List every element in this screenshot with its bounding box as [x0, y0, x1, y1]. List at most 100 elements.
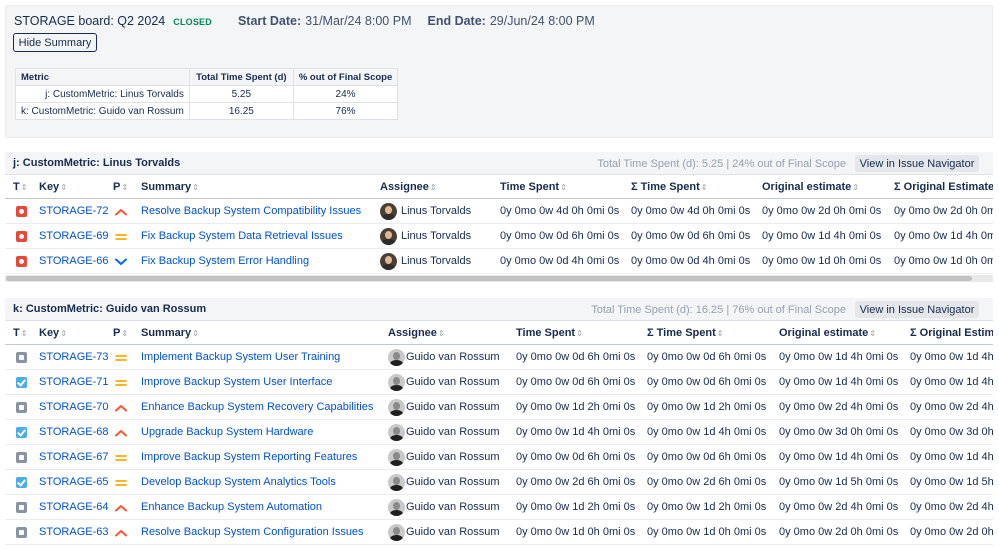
- assignee-name: Guido van Rossum: [406, 526, 500, 538]
- assignee-name: Linus Torvalds: [401, 230, 472, 242]
- column-header-label: Assignee: [388, 327, 437, 339]
- table-header-row: T⇕ Key⇕ P⇕ Summary⇕ Assignee⇕ Time Spent…: [5, 321, 993, 345]
- column-header-assignee[interactable]: Assignee⇕: [388, 321, 445, 345]
- table-row[interactable]: STORAGE-65 Develop Backup System Analyti…: [5, 470, 993, 495]
- avatar: [388, 499, 405, 516]
- column-header-summary[interactable]: Summary⇕: [141, 175, 199, 199]
- column-header-original-estimate[interactable]: Original estimate⇕: [779, 321, 876, 345]
- column-header-time-spent[interactable]: Time Spent⇕: [516, 321, 583, 345]
- assignee-name: Guido van Rossum: [406, 451, 500, 463]
- table-row[interactable]: STORAGE-71 Improve Backup System User In…: [5, 370, 993, 395]
- column-header-priority[interactable]: P⇕: [113, 321, 128, 345]
- hide-summary-button[interactable]: Hide Summary: [13, 33, 97, 52]
- table-row[interactable]: STORAGE-63 Resolve Backup System Configu…: [5, 520, 993, 545]
- sum-original-estimate: 0y 0mo 0w 2d 4h 0: [910, 501, 993, 513]
- issue-summary-link[interactable]: Enhance Backup System Automation: [141, 495, 322, 520]
- issue-summary-link[interactable]: Upgrade Backup System Hardware: [141, 420, 313, 445]
- issue-key-link[interactable]: STORAGE-67: [39, 445, 109, 470]
- column-header-key[interactable]: Key⇕: [39, 321, 67, 345]
- column-header-assignee[interactable]: Assignee⇕: [380, 175, 437, 199]
- original-estimate: 0y 0mo 0w 2d 4h 0mi 0s: [779, 401, 899, 413]
- column-header-sum-original-estimate[interactable]: Σ Original Estimate⇕: [894, 175, 993, 199]
- issue-summary-link[interactable]: Fix Backup System Error Handling: [141, 249, 309, 274]
- issue-key-link[interactable]: STORAGE-71: [39, 370, 109, 395]
- column-header-sum-time-spent[interactable]: Σ Time Spent⇕: [631, 175, 707, 199]
- table-row[interactable]: STORAGE-70 Enhance Backup System Recover…: [5, 395, 993, 420]
- column-header-priority[interactable]: P⇕: [113, 175, 128, 199]
- avatar: [388, 524, 405, 541]
- table-row[interactable]: STORAGE-73 Implement Backup System User …: [5, 345, 993, 370]
- issue-key-link[interactable]: STORAGE-66: [39, 249, 109, 274]
- column-header-label: Original estimate: [762, 181, 852, 193]
- original-estimate: 0y 0mo 0w 2d 0h 0mi 0s: [762, 205, 882, 217]
- column-header-label: Time Spent: [516, 327, 576, 339]
- priority-medium-icon: [115, 379, 127, 387]
- bug-type-icon: [16, 206, 27, 217]
- issue-summary-link[interactable]: Fix Backup System Data Retrieval Issues: [141, 224, 343, 249]
- issue-summary-link[interactable]: Resolve Backup System Configuration Issu…: [141, 520, 364, 545]
- table-row[interactable]: STORAGE-72 Resolve Backup System Compati…: [5, 199, 993, 224]
- sum-original-estimate: 0y 0mo 0w 1d 4h 0: [910, 376, 993, 388]
- issue-key-link[interactable]: STORAGE-73: [39, 345, 109, 370]
- table-row[interactable]: STORAGE-69 Fix Backup System Data Retrie…: [5, 224, 993, 249]
- priority-high-icon: [115, 504, 127, 512]
- sum-time-spent: 0y 0mo 0w 0d 6h 0mi 0s: [647, 376, 767, 388]
- subtask-type-icon: [16, 452, 27, 463]
- avatar: [380, 203, 397, 220]
- section-title: j: CustomMetric: Linus Torvalds: [13, 157, 181, 169]
- assignee-name: Guido van Rossum: [406, 351, 500, 363]
- issue-key-link[interactable]: STORAGE-63: [39, 520, 109, 545]
- column-header-sum-original-estimate[interactable]: Σ Original Estimate⇕: [910, 321, 993, 345]
- table-row[interactable]: STORAGE-64 Enhance Backup System Automat…: [5, 495, 993, 520]
- metric-section-j: j: CustomMetric: Linus Torvalds Total Ti…: [5, 152, 993, 284]
- original-estimate: 0y 0mo 0w 1d 4h 0mi 0s: [779, 376, 899, 388]
- priority-medium-icon: [115, 479, 127, 487]
- issue-summary-link[interactable]: Implement Backup System User Training: [141, 345, 340, 370]
- scrollbar-thumb[interactable]: [6, 276, 972, 281]
- summary-header-row: Metric Total Time Spent (d) % out of Fin…: [15, 68, 399, 86]
- end-date-value: 29/Jun/24 8:00 PM: [489, 14, 595, 28]
- issue-key-link[interactable]: STORAGE-70: [39, 395, 109, 420]
- sort-icon: ⇕: [700, 183, 708, 192]
- issue-key-link[interactable]: STORAGE-65: [39, 470, 109, 495]
- table-row[interactable]: STORAGE-66 Fix Backup System Error Handl…: [5, 249, 993, 274]
- end-date-label: End Date:: [427, 14, 486, 28]
- view-in-issue-navigator-button[interactable]: View in Issue Navigator: [855, 301, 979, 318]
- sort-icon: ⇕: [429, 183, 437, 192]
- horizontal-scrollbar[interactable]: [5, 275, 993, 282]
- issue-summary-link[interactable]: Improve Backup System Reporting Features: [141, 445, 357, 470]
- section-header: j: CustomMetric: Linus Torvalds Total Ti…: [5, 152, 993, 175]
- section-title: k: CustomMetric: Guido van Rossum: [13, 303, 207, 315]
- assignee-name: Guido van Rossum: [406, 376, 500, 388]
- priority-high-icon: [115, 404, 127, 412]
- issue-key-link[interactable]: STORAGE-72: [39, 199, 109, 224]
- avatar: [388, 399, 405, 416]
- issue-summary-link[interactable]: Improve Backup System User Interface: [141, 370, 332, 395]
- column-header-summary[interactable]: Summary⇕: [141, 321, 199, 345]
- column-header-label: Σ Time Spent: [647, 327, 716, 339]
- table-row[interactable]: STORAGE-67 Improve Backup System Reporti…: [5, 445, 993, 470]
- original-estimate: 0y 0mo 0w 1d 4h 0mi 0s: [762, 230, 882, 242]
- issue-key-link[interactable]: STORAGE-69: [39, 224, 109, 249]
- priority-high-icon: [115, 208, 127, 216]
- column-header-type[interactable]: T⇕: [13, 175, 27, 199]
- original-estimate: 0y 0mo 0w 1d 0h 0mi 0s: [762, 255, 882, 267]
- table-row[interactable]: STORAGE-68 Upgrade Backup System Hardwar…: [5, 420, 993, 445]
- avatar: [380, 253, 397, 270]
- avatar: [388, 474, 405, 491]
- status-badge: CLOSED: [173, 17, 212, 27]
- original-estimate: 0y 0mo 0w 1d 4h 0mi 0s: [779, 351, 899, 363]
- sort-icon: ⇕: [869, 329, 876, 338]
- summary-metric: k: CustomMetric: Guido van Rossum: [15, 102, 190, 120]
- column-header-sum-time-spent[interactable]: Σ Time Spent⇕: [647, 321, 723, 345]
- issue-summary-link[interactable]: Enhance Backup System Recovery Capabilit…: [141, 395, 373, 420]
- column-header-key[interactable]: Key⇕: [39, 175, 67, 199]
- issue-summary-link[interactable]: Develop Backup System Analytics Tools: [141, 470, 336, 495]
- column-header-original-estimate[interactable]: Original estimate⇕: [762, 175, 859, 199]
- issue-key-link[interactable]: STORAGE-68: [39, 420, 109, 445]
- view-in-issue-navigator-button[interactable]: View in Issue Navigator: [855, 155, 979, 172]
- column-header-time-spent[interactable]: Time Spent⇕: [500, 175, 567, 199]
- column-header-type[interactable]: T⇕: [13, 321, 27, 345]
- issue-key-link[interactable]: STORAGE-64: [39, 495, 109, 520]
- issue-summary-link[interactable]: Resolve Backup System Compatibility Issu…: [141, 199, 361, 224]
